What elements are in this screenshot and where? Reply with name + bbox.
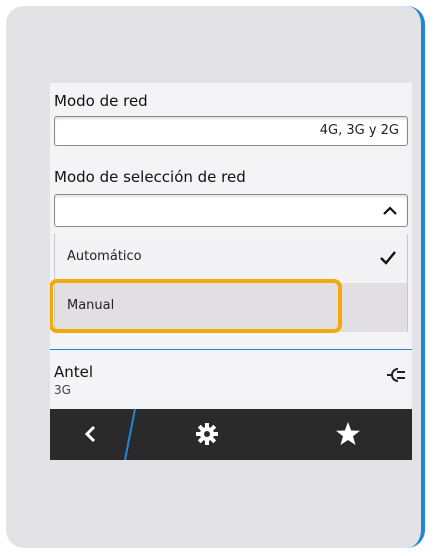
settings-icon[interactable] bbox=[194, 421, 220, 447]
chevron-up-icon bbox=[383, 206, 397, 215]
network-plug-icon bbox=[387, 368, 405, 382]
option-manual[interactable]: Manual bbox=[55, 283, 407, 332]
bottom-action-bar bbox=[50, 409, 412, 460]
back-icon[interactable] bbox=[78, 421, 104, 447]
selection-mode-label: Modo de selección de red bbox=[54, 168, 246, 186]
section-divider bbox=[50, 349, 412, 350]
selection-mode-dropdown[interactable] bbox=[54, 194, 408, 227]
network-mode-dropdown[interactable]: 4G, 3G y 2G bbox=[54, 116, 408, 146]
carrier-technology: 3G bbox=[54, 383, 71, 397]
option-label: Automático bbox=[67, 249, 142, 264]
network-mode-value: 4G, 3G y 2G bbox=[319, 123, 399, 138]
network-settings-screen: Modo de red 4G, 3G y 2G Modo de selecció… bbox=[50, 83, 412, 460]
option-automatico[interactable]: Automático bbox=[55, 234, 407, 283]
checkmark-icon bbox=[380, 251, 396, 265]
carrier-name: Antel bbox=[54, 363, 94, 381]
star-icon[interactable] bbox=[335, 421, 361, 447]
option-label: Manual bbox=[67, 298, 115, 313]
network-mode-label: Modo de red bbox=[54, 92, 148, 110]
selection-mode-options: Automático Manual bbox=[54, 234, 408, 332]
device-frame: Modo de red 4G, 3G y 2G Modo de selecció… bbox=[6, 6, 425, 548]
action-bar-separator bbox=[124, 409, 136, 460]
